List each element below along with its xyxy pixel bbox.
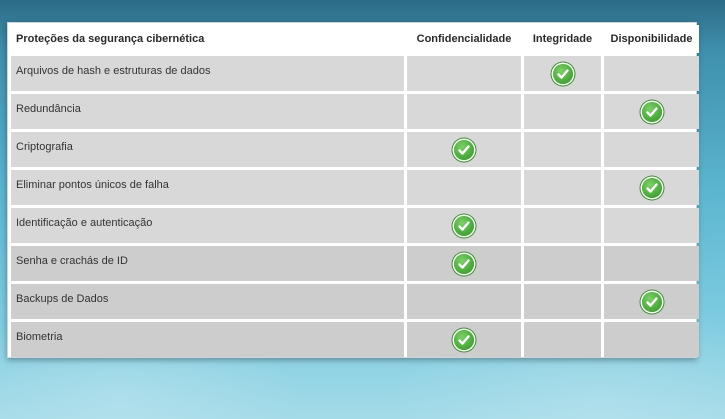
checkmark-icon <box>641 177 662 198</box>
integrity-cell <box>524 56 601 91</box>
row-label: Identificação e autenticação <box>11 208 404 243</box>
confidentiality-cell <box>407 322 521 357</box>
row-label: Eliminar pontos únicos de falha <box>11 170 404 205</box>
availability-cell <box>604 322 699 357</box>
checkmark-icon <box>641 291 662 312</box>
confidentiality-cell <box>407 208 521 243</box>
integrity-cell <box>524 322 601 357</box>
confidentiality-cell <box>407 132 521 167</box>
availability-cell <box>604 56 699 91</box>
row-label: Criptografia <box>11 132 404 167</box>
confidentiality-cell <box>407 284 521 319</box>
row-label: Arquivos de hash e estruturas de dados <box>11 56 404 91</box>
row-label: Senha e crachás de ID <box>11 246 404 281</box>
availability-cell <box>604 208 699 243</box>
row-label: Redundância <box>11 94 404 129</box>
availability-cell <box>604 94 699 129</box>
checkmark-icon <box>454 329 474 350</box>
confidentiality-cell <box>407 170 521 205</box>
availability-cell <box>604 284 699 319</box>
row-label: Backups de Dados <box>11 284 404 319</box>
availability-cell <box>604 170 699 205</box>
row-label: Biometria <box>11 322 404 357</box>
checkmark-icon <box>454 139 474 160</box>
integrity-cell <box>524 170 601 205</box>
integrity-cell <box>524 94 601 129</box>
column-header-confidentiality: Confidencialidade <box>407 25 521 53</box>
column-header-availability: Disponibilidade <box>604 25 699 53</box>
security-table: Proteções da segurança cibernética Confi… <box>11 25 699 357</box>
integrity-cell <box>524 284 601 319</box>
checkmark-icon <box>641 101 662 122</box>
column-header-integrity: Integridade <box>524 25 601 53</box>
column-header-protections: Proteções da segurança cibernética <box>11 25 404 53</box>
integrity-cell <box>524 246 601 281</box>
availability-cell <box>604 132 699 167</box>
checkmark-icon <box>454 253 474 274</box>
checkmark-icon <box>552 63 573 84</box>
confidentiality-cell <box>407 94 521 129</box>
checkmark-icon <box>454 215 474 236</box>
security-table-card: Proteções da segurança cibernética Confi… <box>7 22 699 358</box>
availability-cell <box>604 246 699 281</box>
confidentiality-cell <box>407 56 521 91</box>
integrity-cell <box>524 132 601 167</box>
integrity-cell <box>524 208 601 243</box>
confidentiality-cell <box>407 246 521 281</box>
